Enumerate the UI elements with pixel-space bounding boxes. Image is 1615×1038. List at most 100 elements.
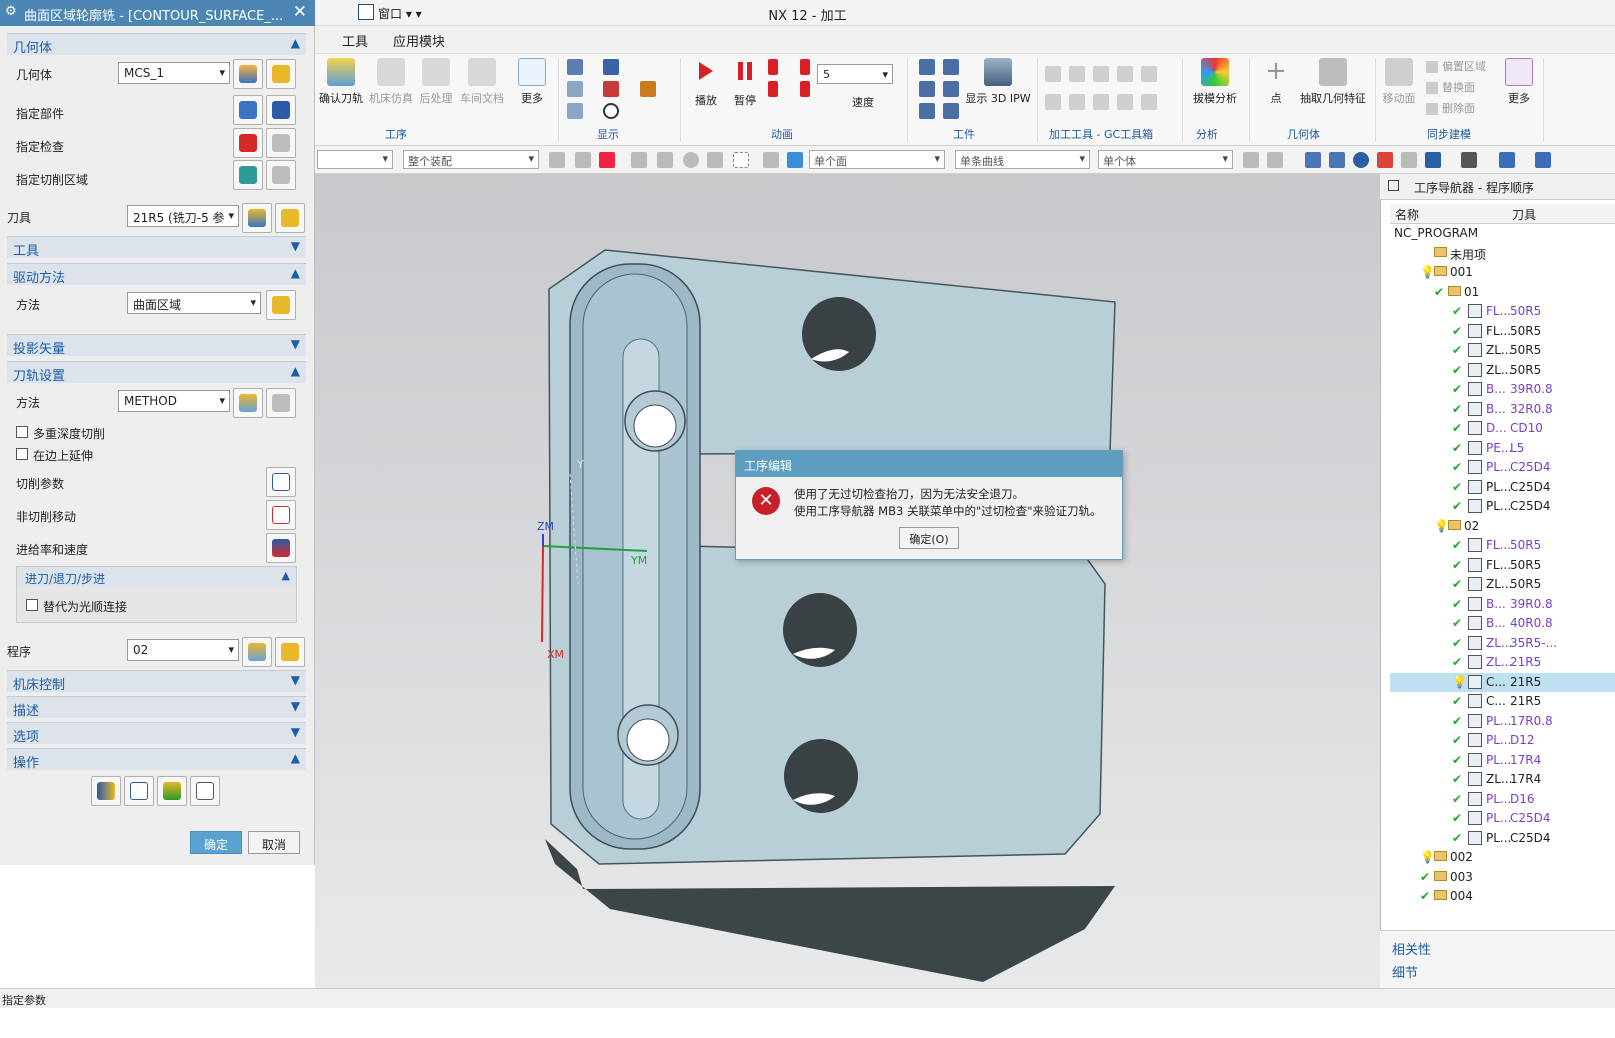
more-op-button[interactable]: 更多 bbox=[514, 58, 550, 106]
program-group-row[interactable]: ✔ 004 bbox=[1390, 887, 1615, 907]
play-button[interactable]: 播放 bbox=[689, 62, 723, 108]
program-select[interactable]: 02 bbox=[127, 639, 239, 661]
operation-row[interactable]: ✔ D... CD10 bbox=[1390, 419, 1615, 439]
ok-button[interactable]: 确定 bbox=[190, 831, 242, 854]
replay-button[interactable] bbox=[124, 776, 154, 806]
section-actions[interactable]: 操作 ▲ bbox=[7, 748, 306, 771]
menu-app-module[interactable]: 应用模块 bbox=[393, 31, 445, 50]
generate-button[interactable] bbox=[91, 776, 121, 806]
replace-face-button[interactable]: 替换面 bbox=[1426, 79, 1490, 95]
new-program-button[interactable] bbox=[242, 637, 272, 667]
curve-icon[interactable] bbox=[603, 81, 619, 97]
gc-tool-icon[interactable] bbox=[1117, 66, 1133, 82]
display-icon[interactable] bbox=[603, 59, 619, 75]
display-icon[interactable] bbox=[567, 59, 583, 75]
tab-related[interactable]: 相关性 bbox=[1392, 939, 1431, 958]
gc-tool-icon[interactable] bbox=[1069, 94, 1085, 110]
view-icon[interactable] bbox=[1461, 152, 1477, 168]
section-projection-vector[interactable]: 投影矢量 ▼ bbox=[7, 334, 306, 357]
gc-tool-icon[interactable] bbox=[1045, 94, 1061, 110]
snap-icon[interactable] bbox=[575, 152, 591, 168]
type-filter-select[interactable] bbox=[317, 150, 393, 169]
operation-row[interactable]: ✔ ZL... 17R4 bbox=[1390, 770, 1615, 790]
workpiece-icon[interactable] bbox=[919, 59, 935, 75]
shop-doc-button[interactable]: 车间文档 bbox=[458, 58, 506, 106]
section-tool[interactable]: 工具 ▼ bbox=[7, 236, 306, 259]
operation-row[interactable]: ✔ PL... C25D4 bbox=[1390, 829, 1615, 849]
snap-icon[interactable] bbox=[549, 152, 565, 168]
point-button[interactable]: + 点 bbox=[1259, 58, 1293, 106]
error-ok-button[interactable]: 确定(O) bbox=[899, 527, 959, 549]
program-group-row[interactable]: 未用项 bbox=[1390, 244, 1615, 264]
column-name[interactable]: 名称 bbox=[1395, 206, 1419, 223]
speed-select[interactable]: 5 bbox=[817, 64, 893, 84]
feeds-speeds-button[interactable] bbox=[266, 533, 296, 563]
engage-header[interactable]: 进刀/退刀/步进 ▲ bbox=[17, 567, 296, 587]
machine-sim-button[interactable]: 机床仿真 bbox=[368, 58, 414, 106]
snap-icon[interactable] bbox=[599, 152, 615, 168]
circle-icon[interactable] bbox=[603, 103, 619, 119]
operation-row[interactable]: ✔ FL... 50R5 bbox=[1390, 536, 1615, 556]
extract-geometry-button[interactable]: 抽取几何特征 bbox=[1300, 58, 1366, 106]
delete-face-button[interactable]: 删除面 bbox=[1426, 100, 1490, 116]
filter-icon[interactable] bbox=[1243, 152, 1259, 168]
display-part-button[interactable] bbox=[266, 95, 296, 125]
operation-row[interactable]: ✔ B... 39R0.8 bbox=[1390, 595, 1615, 615]
operation-row[interactable]: ✔ FL... 50R5 bbox=[1390, 302, 1615, 322]
gc-tool-icon[interactable] bbox=[1069, 66, 1085, 82]
edit-method-button[interactable] bbox=[266, 388, 296, 418]
close-icon[interactable]: ✕ bbox=[293, 2, 307, 22]
operation-row[interactable]: ✔ FL... 50R5 bbox=[1390, 556, 1615, 576]
operation-row[interactable]: ✔ PL... D12 bbox=[1390, 731, 1615, 751]
operation-row[interactable]: ✔ ZL... 50R5 bbox=[1390, 361, 1615, 381]
section-path-settings[interactable]: 刀轨设置 ▲ bbox=[7, 361, 306, 384]
snap-icon[interactable] bbox=[683, 152, 699, 168]
program-group-row[interactable]: 💡 001 bbox=[1390, 263, 1615, 283]
step-back-icon[interactable] bbox=[768, 59, 778, 75]
snap-icon[interactable] bbox=[763, 152, 779, 168]
operation-row[interactable]: ✔ PE... L5 bbox=[1390, 439, 1615, 459]
cut-params-button[interactable] bbox=[266, 467, 296, 497]
specify-cut-area-button[interactable] bbox=[233, 160, 263, 190]
operation-row[interactable]: ✔ PL... C25D4 bbox=[1390, 478, 1615, 498]
display-icon[interactable] bbox=[567, 103, 583, 119]
program-group-row[interactable]: ✔ 003 bbox=[1390, 868, 1615, 888]
operation-row[interactable]: ✔ B... 32R0.8 bbox=[1390, 400, 1615, 420]
verify-toolpath-button[interactable]: 确认刀轨 bbox=[317, 58, 365, 106]
operation-row[interactable]: ✔ PL... C25D4 bbox=[1390, 497, 1615, 517]
last-icon[interactable] bbox=[800, 81, 810, 97]
display-icon[interactable] bbox=[640, 81, 656, 97]
face-rule-select[interactable]: 单个面 bbox=[809, 150, 945, 169]
gc-tool-icon[interactable] bbox=[1117, 94, 1133, 110]
move-face-button[interactable]: 移动面 bbox=[1381, 58, 1417, 106]
smooth-connect-checkbox[interactable] bbox=[26, 599, 38, 611]
extend-edge-checkbox[interactable] bbox=[16, 448, 28, 460]
curve-rule-select[interactable]: 单条曲线 bbox=[955, 150, 1090, 169]
new-method-button[interactable] bbox=[233, 388, 263, 418]
specify-part-button[interactable] bbox=[233, 95, 263, 125]
specify-check-button[interactable] bbox=[233, 128, 263, 158]
filter-icon[interactable] bbox=[1267, 152, 1283, 168]
program-group-row[interactable]: ✔ 01 bbox=[1390, 283, 1615, 303]
view-icon[interactable] bbox=[1535, 152, 1551, 168]
operation-row[interactable]: ✔ PL... 17R4 bbox=[1390, 751, 1615, 771]
view-icon[interactable] bbox=[1425, 152, 1441, 168]
display-icon[interactable] bbox=[567, 81, 583, 97]
more-sync-button[interactable]: 更多 bbox=[1501, 58, 1537, 106]
operation-row[interactable]: ✔ ZL... 21R5 bbox=[1390, 653, 1615, 673]
step-forward-icon[interactable] bbox=[800, 59, 810, 75]
program-group-row[interactable]: 💡 02 bbox=[1390, 517, 1615, 537]
body-rule-select[interactable]: 单个体 bbox=[1098, 150, 1233, 169]
workpiece-icon[interactable] bbox=[919, 81, 935, 97]
operation-row[interactable]: ✔ ZL... 50R5 bbox=[1390, 575, 1615, 595]
program-group-row[interactable]: 💡 002 bbox=[1390, 848, 1615, 868]
snap-icon[interactable] bbox=[657, 152, 673, 168]
window-icon[interactable] bbox=[1388, 180, 1399, 191]
rotate-icon[interactable] bbox=[1353, 152, 1369, 168]
operation-row[interactable]: ✔ ZL... 35R5-... bbox=[1390, 634, 1615, 654]
section-geometry[interactable]: 几何体 ▲ bbox=[7, 33, 306, 56]
gc-tool-icon[interactable] bbox=[1045, 66, 1061, 82]
multi-depth-checkbox[interactable] bbox=[16, 426, 28, 438]
program-group-row[interactable]: NC_PROGRAM bbox=[1390, 224, 1615, 244]
operation-row[interactable]: ✔ PL... 17R0.8 bbox=[1390, 712, 1615, 732]
